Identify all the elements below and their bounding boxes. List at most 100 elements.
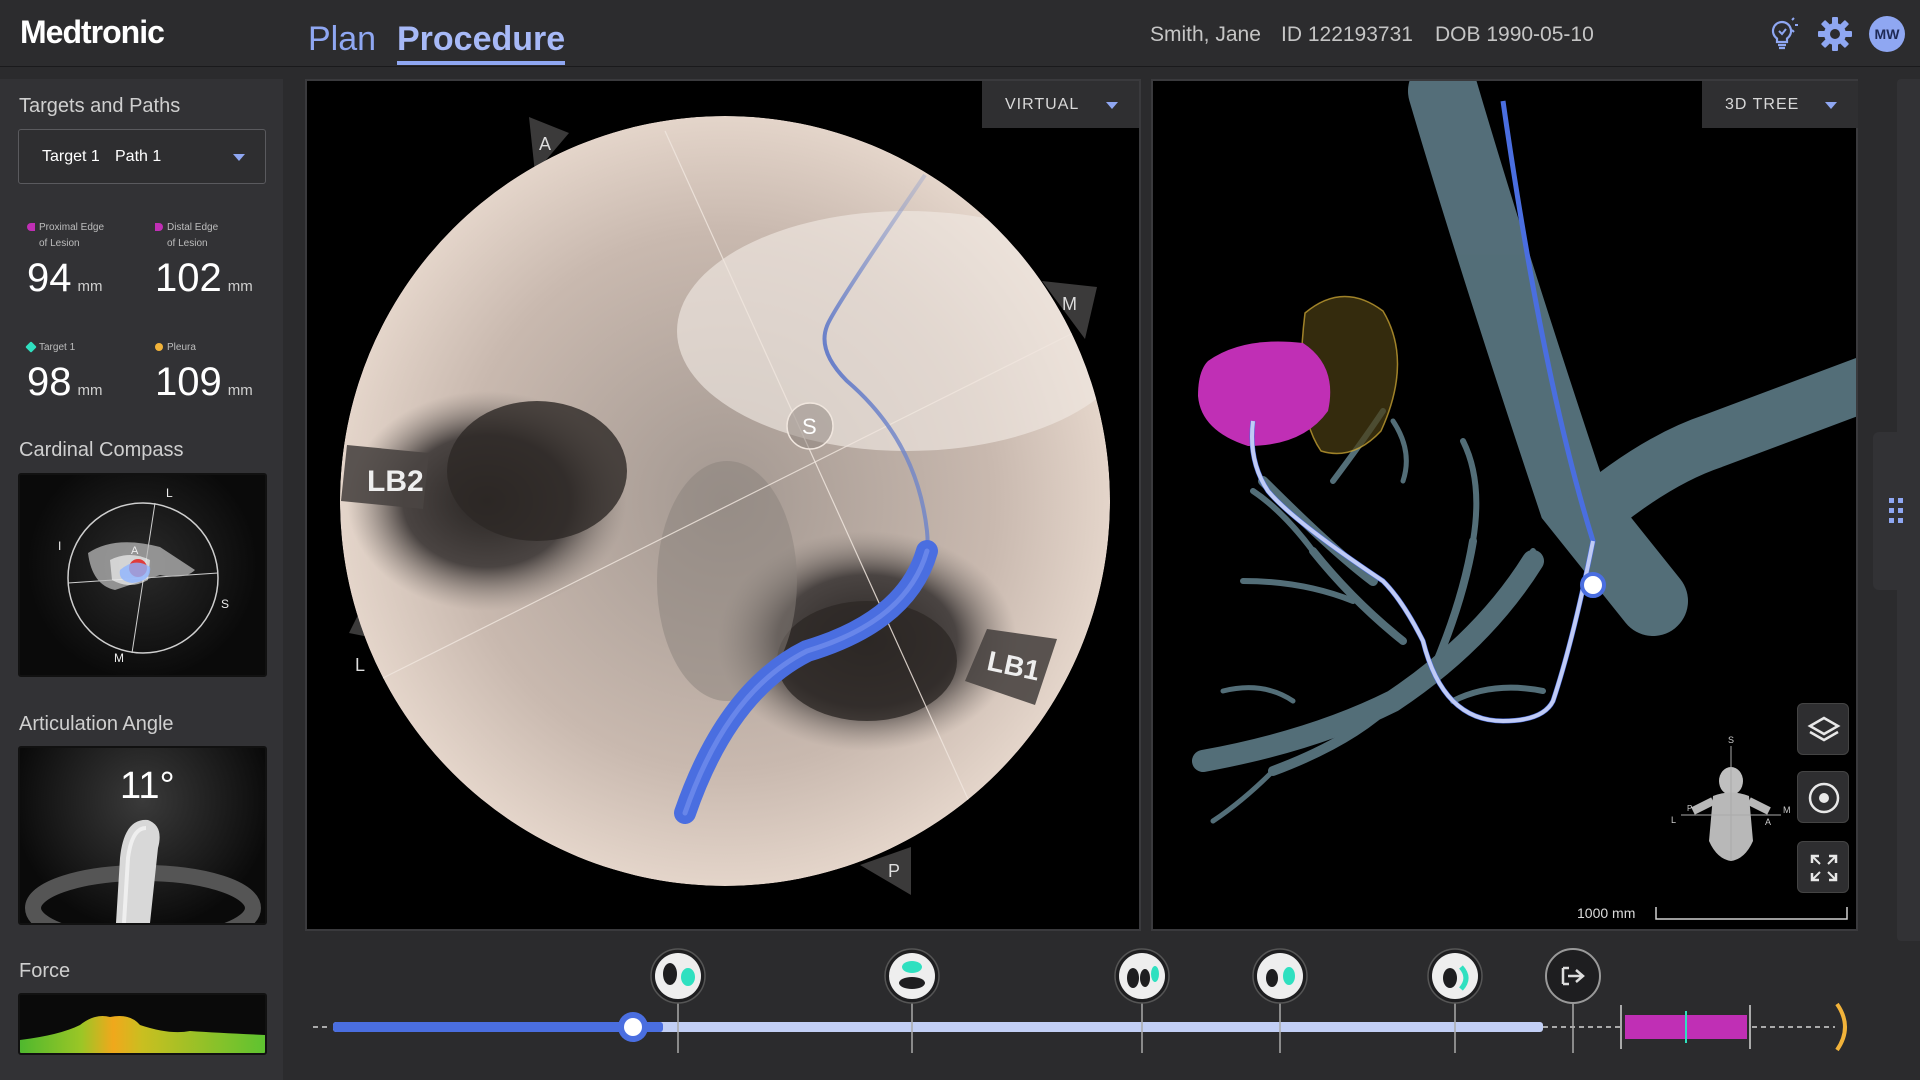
waypoint-exit[interactable] [1545, 948, 1601, 1053]
brand-logo: Medtronic [20, 14, 165, 50]
pleura-dot-icon [155, 343, 163, 351]
patient-dob: DOB 1990-05-10 [1435, 23, 1594, 46]
timeline-progress [333, 1022, 663, 1032]
fullscreen-button[interactable] [1797, 841, 1849, 893]
svg-text:S: S [1728, 735, 1734, 745]
target-path-select[interactable]: Target 1 Path 1 [18, 129, 266, 184]
metric-distal-edge: Distal Edge of Lesion 102 mm [155, 220, 275, 301]
timeline-scrubber[interactable] [618, 1012, 648, 1042]
timeline-graphic [313, 948, 1847, 1053]
compass-label-top: L [166, 486, 173, 500]
layers-button[interactable] [1797, 703, 1849, 755]
top-bar: Medtronic Plan Procedure Smith, Jane ID … [0, 0, 1920, 67]
waypoint-5[interactable] [1427, 948, 1483, 1053]
articulation-value: 11° [120, 765, 175, 807]
proximal-edge-icon [27, 223, 35, 231]
svg-text:P: P [1687, 804, 1692, 813]
chevron-down-icon [1106, 102, 1118, 109]
scale-label: 1000 mm [1577, 905, 1636, 921]
compass-label-left: I [58, 539, 61, 553]
airway-tree-render: S L M A P [1192, 81, 1856, 920]
svg-text:M: M [1783, 805, 1791, 815]
cardinal-compass-title: Cardinal Compass [19, 439, 184, 461]
view-mode-select[interactable]: VIRTUAL [982, 81, 1139, 128]
compass-graphic: L I S M A [58, 486, 229, 665]
svg-text:L: L [355, 655, 365, 675]
lightbulb-icon[interactable] [1762, 14, 1802, 54]
metric-unit: mm [77, 278, 103, 295]
target-label: Target 1 [42, 148, 100, 165]
gear-icon[interactable] [1815, 14, 1855, 54]
patient-id: ID 122193731 [1281, 23, 1413, 46]
sidebar: Targets and Paths Target 1 Path 1 Proxim… [0, 79, 283, 1080]
metric-proximal-edge: Proximal Edge of Lesion 94 mm [27, 220, 147, 301]
metric-target: Target 1 98 mm [25, 340, 147, 405]
metric-label: Proximal Edge [39, 222, 105, 233]
compass-label-center: A [131, 545, 139, 557]
target-icon [1808, 782, 1840, 814]
user-avatar[interactable]: MW [1869, 16, 1905, 52]
right-drawer-handle[interactable] [1873, 432, 1920, 590]
svg-text:S: S [802, 414, 817, 439]
waypoint-3[interactable] [1114, 948, 1170, 1053]
app-window: Medtronic Plan Procedure Smith, Jane ID … [0, 0, 1920, 1080]
svg-text:L: L [1671, 815, 1676, 825]
tab-plan[interactable]: Plan [308, 20, 376, 59]
svg-text:A: A [1765, 817, 1771, 827]
tree-mode-label: 3D TREE [1725, 96, 1800, 113]
cardinal-compass: L I S M A [18, 473, 267, 677]
articulation-graphic: 11° [25, 765, 261, 923]
view-mode-label: VIRTUAL [1005, 96, 1080, 113]
tree-mode-select[interactable]: 3D TREE [1702, 81, 1858, 128]
path-label: Path 1 [115, 148, 162, 165]
tree-3d-view[interactable]: S L M A P 3D TREE [1151, 79, 1858, 931]
articulation-angle-title: Articulation Angle [19, 713, 174, 735]
waypoint-2[interactable] [884, 948, 940, 1053]
center-marker: S [786, 402, 834, 450]
metric-unit: mm [227, 382, 253, 399]
svg-text:A: A [539, 134, 551, 154]
scope-position-marker[interactable] [1580, 572, 1606, 598]
metric-label: Distal Edge [167, 222, 219, 233]
metric-unit: mm [227, 278, 253, 295]
metric-value: 94 [27, 256, 72, 300]
orientation-mannequin: S L M A P [1671, 735, 1791, 861]
metric-label-sub: of Lesion [167, 238, 208, 249]
compass-label-bottom: M [114, 651, 124, 665]
svg-text:M: M [1062, 294, 1077, 314]
metric-value: 109 [155, 360, 222, 404]
metric-label: Pleura [167, 342, 196, 353]
targets-paths-title: Targets and Paths [19, 95, 181, 117]
distal-edge-icon [155, 223, 163, 231]
virtual-endoscope-render: A M L P LB2 LB1 S [340, 116, 1110, 895]
metric-label-sub: of Lesion [39, 238, 80, 249]
waypoint-1[interactable] [650, 948, 706, 1053]
metric-value: 98 [27, 360, 72, 404]
compass-label-right: S [221, 597, 229, 611]
layers-icon [1807, 716, 1841, 742]
metric-value: 102 [155, 256, 222, 300]
chevron-down-icon [233, 154, 245, 161]
metric-unit: mm [77, 382, 103, 399]
articulation-angle-panel: 11° [18, 746, 267, 925]
tab-procedure[interactable]: Procedure [397, 20, 566, 65]
drag-handle-icon [1889, 498, 1903, 523]
svg-text:LB2: LB2 [367, 465, 424, 498]
patient-name: Smith, Jane [1150, 23, 1261, 46]
pleura-marker [1835, 1002, 1847, 1052]
virtual-bronchoscopy-view[interactable]: A M L P LB2 LB1 S VIRTUAL [305, 79, 1141, 931]
recenter-button[interactable] [1797, 771, 1849, 823]
target-diamond-icon [25, 341, 37, 353]
force-title: Force [19, 960, 71, 982]
force-graphic [20, 1016, 265, 1053]
chevron-down-icon [1825, 102, 1837, 109]
navigation-timeline[interactable] [305, 941, 1858, 1080]
metric-pleura: Pleura 109 mm [155, 340, 275, 405]
waypoint-4[interactable] [1252, 948, 1308, 1053]
force-gauge [18, 993, 267, 1055]
metric-label: Target 1 [39, 342, 76, 353]
svg-text:P: P [888, 861, 900, 881]
airway-label-lb2: LB2 [341, 445, 429, 509]
scale-bar [1655, 907, 1848, 920]
fullscreen-icon [1810, 854, 1838, 882]
